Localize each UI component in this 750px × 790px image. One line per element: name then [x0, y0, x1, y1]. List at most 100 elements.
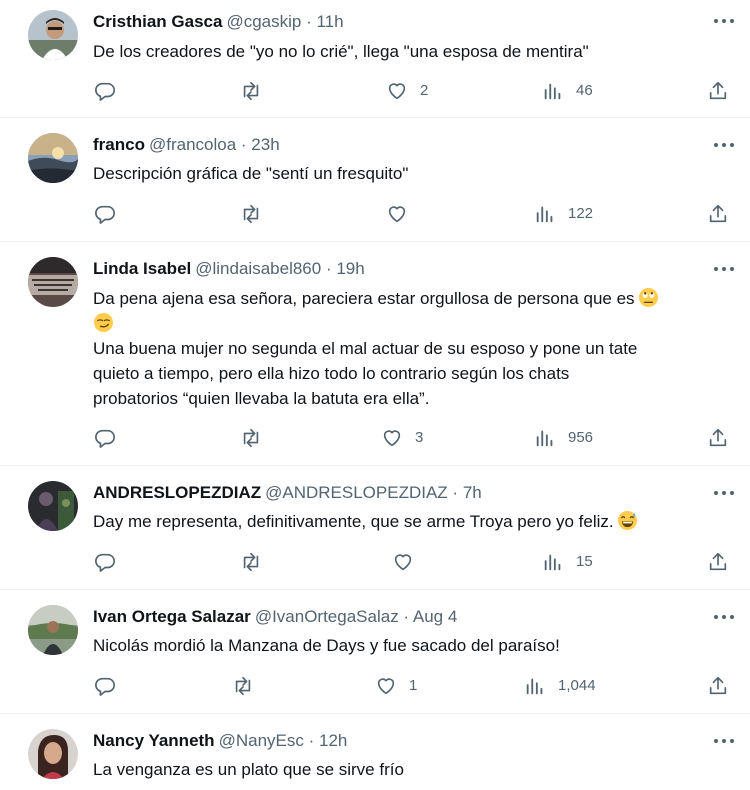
- retweet-icon: [243, 204, 259, 224]
- reply-button[interactable]: [94, 202, 116, 226]
- like-count: 1: [409, 677, 418, 694]
- views-button[interactable]: 15: [542, 550, 593, 574]
- view-count: 956: [568, 429, 594, 446]
- tweet-cgaskip[interactable]: Cristhian Gasca @cgaskip · 11h De los cre…: [0, 0, 750, 118]
- avatar[interactable]: [28, 257, 78, 307]
- tweet-text: Da pena ajena esa señora, pareciera esta…: [93, 286, 733, 411]
- retweet-button[interactable]: [232, 674, 254, 698]
- tweet-francoloa[interactable]: franco @francoloa · 23h Descripción gráfi…: [0, 118, 750, 242]
- avatar[interactable]: [28, 481, 78, 531]
- timestamp[interactable]: 23h: [251, 135, 279, 154]
- like-button[interactable]: [386, 202, 420, 226]
- heart-icon: [388, 206, 406, 223]
- timestamp[interactable]: 11h: [316, 12, 343, 31]
- avatar[interactable]: [28, 605, 78, 655]
- more-options-icon[interactable]: [712, 608, 736, 626]
- tweet-text: Descripción gráfica de "sentí un fresqui…: [93, 164, 409, 183]
- avatar[interactable]: [28, 133, 78, 183]
- views-chart-icon: [544, 554, 561, 571]
- views-button[interactable]: 1,044: [524, 674, 596, 698]
- display-name[interactable]: Nancy Yanneth: [93, 731, 215, 750]
- reply-button[interactable]: [94, 426, 116, 450]
- retweet-button[interactable]: [240, 550, 262, 574]
- retweet-button[interactable]: [240, 202, 262, 226]
- reply-icon: [95, 205, 115, 224]
- views-button[interactable]: 46: [542, 79, 593, 103]
- avatar[interactable]: [28, 10, 78, 60]
- share-icon: [709, 81, 727, 100]
- tweet-header: Nancy Yanneth @NanyEsc · 12h: [93, 730, 347, 752]
- more-options-icon[interactable]: [712, 260, 736, 278]
- more-options-icon[interactable]: [712, 12, 736, 30]
- retweet-button[interactable]: [240, 426, 262, 450]
- like-button[interactable]: 1: [375, 674, 417, 698]
- heart-icon: [388, 83, 406, 100]
- tweet-nanyesc[interactable]: Nancy Yanneth @NanyEsc · 12h La venganza …: [0, 714, 750, 790]
- avatar[interactable]: [28, 729, 78, 779]
- tweet-lindaisabel860[interactable]: Linda Isabel @lindaisabel860 · 19h Da pen…: [0, 242, 750, 466]
- heart-icon: [394, 554, 412, 571]
- reply-button[interactable]: [94, 79, 116, 103]
- tweet-header: Linda Isabel @lindaisabel860 · 19h: [93, 258, 365, 280]
- heart-icon: [377, 678, 395, 695]
- like-count: 2: [420, 82, 429, 99]
- reply-feed: Cristhian Gasca @cgaskip · 11h De los cre…: [0, 0, 750, 790]
- display-name[interactable]: Linda Isabel: [93, 259, 191, 278]
- woman-portrait-avatar: [28, 729, 78, 779]
- sunset-landscape-avatar: [28, 133, 78, 183]
- share-button[interactable]: [707, 674, 729, 698]
- timestamp[interactable]: Aug 4: [413, 607, 457, 626]
- like-button[interactable]: 3: [381, 426, 423, 450]
- more-options-icon[interactable]: [712, 732, 736, 750]
- display-name[interactable]: ANDRESLOPEZDIAZ: [93, 483, 261, 502]
- like-count: 3: [415, 429, 424, 446]
- handle[interactable]: @cgaskip · 11h: [226, 12, 343, 31]
- display-name[interactable]: Cristhian Gasca: [93, 12, 222, 31]
- views-button[interactable]: 122: [534, 202, 593, 226]
- handle[interactable]: @ANDRESLOPEZDIAZ · 7h: [265, 483, 482, 502]
- tweet-text: De los creadores de "yo no lo crié", lle…: [93, 42, 589, 61]
- more-options-icon[interactable]: [712, 136, 736, 154]
- tweet-text: Day me representa, definitivamente, que …: [93, 509, 733, 534]
- tweet-andreslopezdiaz[interactable]: ANDRESLOPEZDIAZ @ANDRESLOPEZDIAZ · 7h Day…: [0, 466, 750, 590]
- reply-button[interactable]: [94, 550, 116, 574]
- handle[interactable]: @IvanOrtegaSalaz · Aug 4: [255, 607, 458, 626]
- reply-icon: [95, 677, 115, 696]
- share-icon: [709, 552, 727, 571]
- like-button[interactable]: [392, 550, 426, 574]
- retweet-icon: [243, 81, 259, 101]
- share-button[interactable]: [707, 550, 729, 574]
- views-chart-icon: [526, 678, 543, 695]
- handle[interactable]: @NanyEsc · 12h: [219, 731, 348, 750]
- eye-roll-emoji-icon: [638, 287, 658, 308]
- timestamp[interactable]: 12h: [319, 731, 347, 750]
- reply-icon: [95, 82, 115, 101]
- tweet-header: Cristhian Gasca @cgaskip · 11h: [93, 11, 344, 33]
- share-button[interactable]: [707, 79, 729, 103]
- retweet-button[interactable]: [240, 79, 262, 103]
- tweet-header: ANDRESLOPEZDIAZ @ANDRESLOPEZDIAZ · 7h: [93, 482, 482, 504]
- display-name[interactable]: Ivan Ortega Salazar: [93, 607, 251, 626]
- timestamp[interactable]: 19h: [336, 259, 364, 278]
- handle[interactable]: @lindaisabel860 · 19h: [195, 259, 364, 278]
- share-icon: [709, 204, 727, 223]
- share-icon: [709, 428, 727, 447]
- views-button[interactable]: 956: [534, 426, 593, 450]
- reply-icon: [95, 429, 115, 448]
- like-button[interactable]: 2: [386, 79, 428, 103]
- view-count: 46: [576, 82, 593, 99]
- dark-scene-avatar: [28, 481, 78, 531]
- share-button[interactable]: [707, 426, 729, 450]
- view-count: 122: [568, 205, 594, 222]
- smirk-emoji-icon: [93, 312, 114, 333]
- reply-button[interactable]: [94, 674, 116, 698]
- retweet-icon: [243, 552, 259, 572]
- more-options-icon[interactable]: [712, 484, 736, 502]
- tweet-ivanortegasalaz[interactable]: Ivan Ortega Salazar @IvanOrtegaSalaz · Au…: [0, 590, 750, 714]
- share-button[interactable]: [707, 202, 729, 226]
- views-chart-icon: [536, 430, 553, 447]
- handle[interactable]: @francoloa · 23h: [149, 135, 280, 154]
- timestamp[interactable]: 7h: [463, 483, 482, 502]
- display-name[interactable]: franco: [93, 135, 145, 154]
- person-outdoors-avatar: [28, 605, 78, 655]
